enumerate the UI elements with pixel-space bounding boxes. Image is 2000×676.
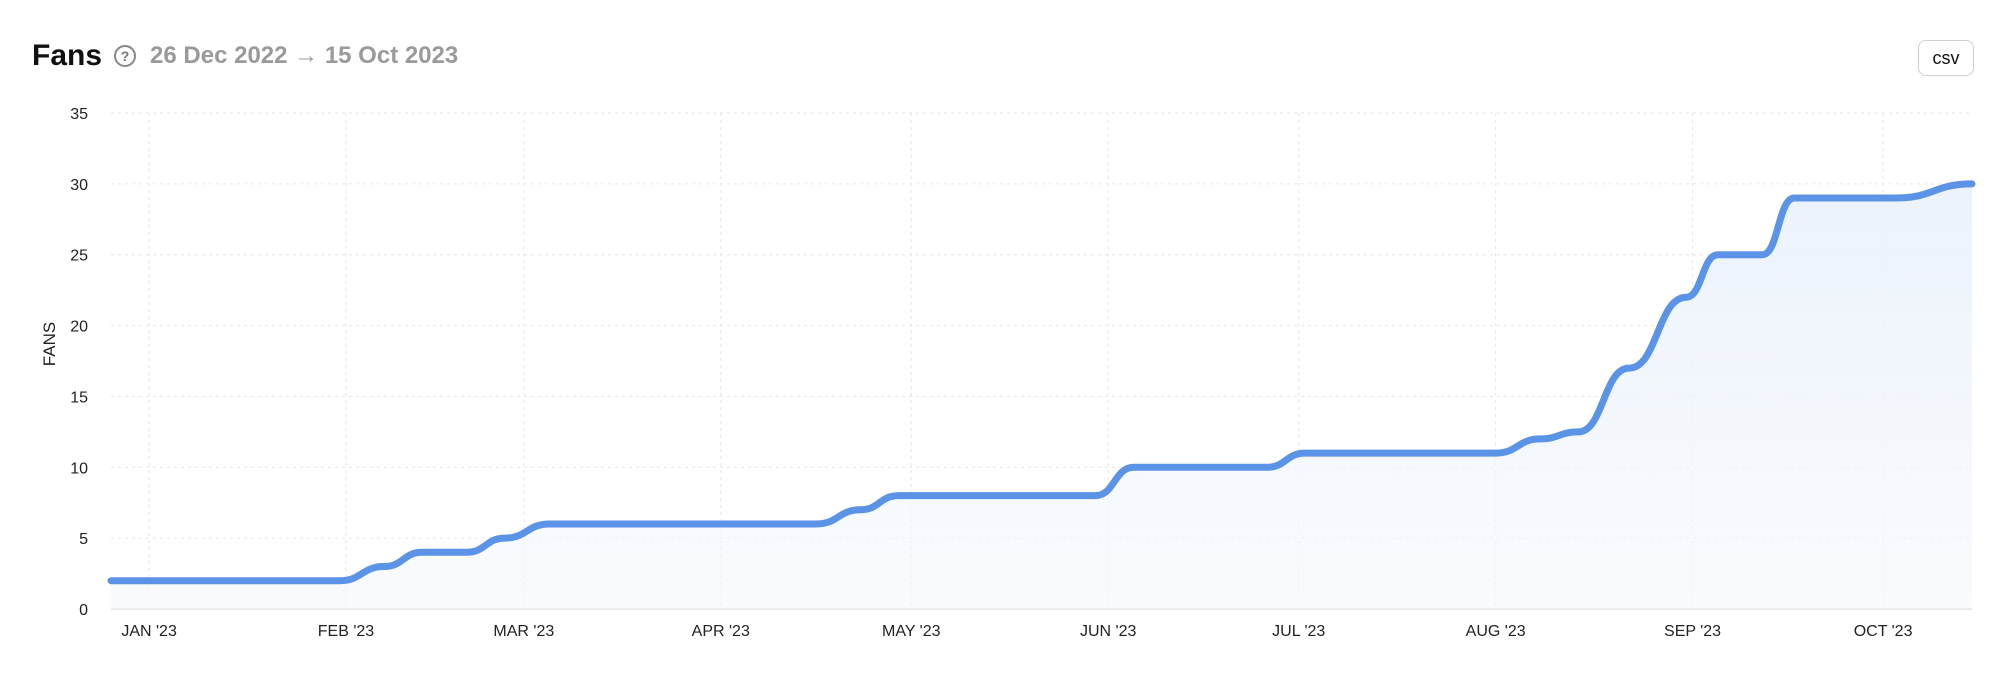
y-tick-label: 0 [79,602,88,619]
x-tick-label: FEB '23 [318,623,375,640]
x-tick-label: APR '23 [692,623,750,640]
y-tick-label: 15 [70,389,88,406]
y-tick-label: 25 [70,248,88,265]
y-tick-label: 30 [70,177,88,194]
x-tick-label: JAN '23 [121,623,177,640]
x-axis-ticks: JAN '23 FEB '23 MAR '23 APR '23 MAY '23 JUN '… [121,623,1912,640]
fans-line-chart: 0 5 10 15 20 25 30 35 JAN '23 FEB '23 MAR '23 APR … [40,106,1976,640]
x-tick-label: JUL '23 [1272,623,1325,640]
x-tick-label: SEP '23 [1664,623,1721,640]
y-tick-label: 20 [70,319,88,336]
x-tick-label: JUN '23 [1080,623,1137,640]
y-tick-label: 35 [70,106,88,123]
x-tick-label: MAY '23 [882,623,941,640]
y-axis-label: FANS [40,322,59,366]
x-tick-label: AUG '23 [1466,623,1526,640]
y-axis-ticks: 0 5 10 15 20 25 30 35 [70,106,88,619]
y-tick-label: 5 [79,531,88,548]
y-tick-label: 10 [70,460,88,477]
x-tick-label: MAR '23 [493,623,554,640]
x-tick-label: OCT '23 [1854,623,1913,640]
